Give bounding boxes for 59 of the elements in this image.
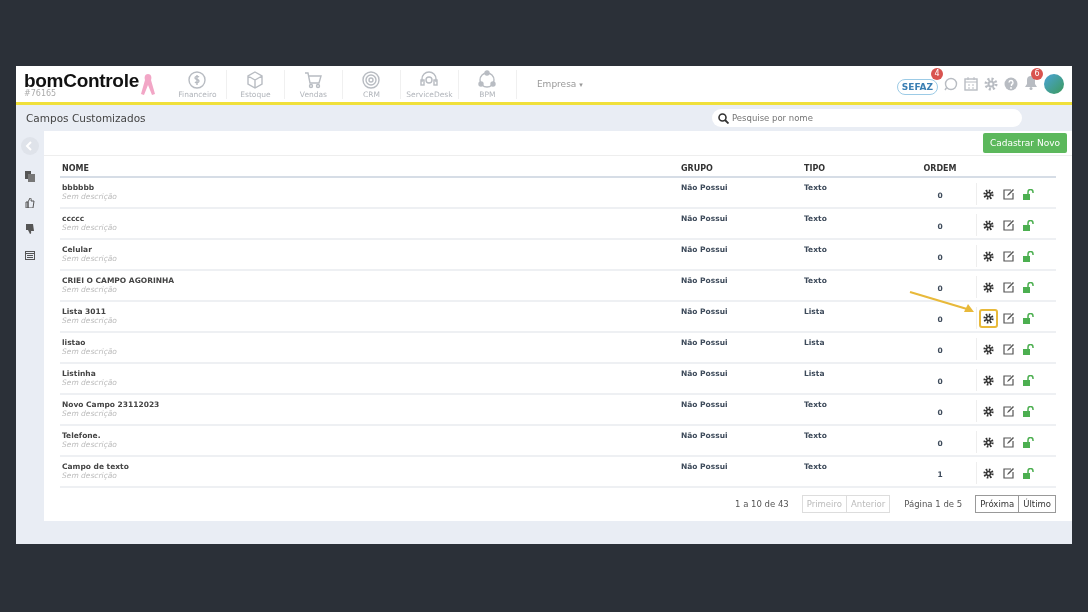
box-icon (245, 69, 266, 90)
unlocked-padlock-icon[interactable] (1023, 405, 1034, 417)
network-icon (477, 69, 498, 90)
notification-badge: 6 (1031, 67, 1043, 80)
unlocked-padlock-icon[interactable] (1023, 250, 1034, 262)
column-header[interactable]: TIPO (804, 164, 904, 173)
search-field[interactable]: Pesquise por nome (712, 109, 1022, 127)
gear-icon (983, 219, 994, 231)
edit-icon[interactable] (1003, 312, 1014, 324)
edit-icon[interactable] (1003, 343, 1014, 355)
unlocked-padlock-icon[interactable] (1023, 436, 1034, 448)
column-header[interactable]: NOME (60, 164, 681, 173)
gear-icon (983, 281, 994, 293)
pagination-button[interactable]: Próxima (975, 495, 1020, 513)
unlocked-padlock-icon[interactable] (1023, 374, 1034, 386)
copy-icon[interactable] (25, 171, 35, 182)
dollar-coin-icon (187, 69, 208, 90)
edit-icon[interactable] (1003, 436, 1014, 448)
logo[interactable]: bomControle (24, 70, 139, 90)
calendar-icon[interactable] (25, 250, 35, 260)
thumbs-down-icon[interactable] (25, 224, 35, 234)
pointer-arrow (909, 290, 975, 314)
edit-icon[interactable] (1003, 281, 1014, 293)
gear-icon (983, 467, 994, 479)
column-header[interactable]: GRUPO (681, 164, 804, 173)
results-summary: 1 a 10 de 43 (735, 499, 789, 509)
avatar[interactable] (1044, 74, 1064, 94)
ribbon-icon (140, 72, 155, 96)
settings-button[interactable] (979, 308, 998, 328)
thumbs-up-icon[interactable] (25, 198, 35, 208)
edit-icon[interactable] (1003, 188, 1014, 200)
gear-icon (983, 374, 994, 386)
new-button[interactable]: Cadastrar Novo (982, 133, 1067, 153)
edit-icon[interactable] (1003, 467, 1014, 479)
cart-icon (303, 69, 324, 90)
pagination-button[interactable]: Último (1018, 495, 1056, 513)
unlocked-padlock-icon[interactable] (1023, 312, 1034, 324)
gear-icon (983, 343, 994, 355)
bell-icon[interactable] (1024, 74, 1038, 90)
edit-icon[interactable] (1003, 374, 1014, 386)
page-indicator: Página 1 de 5 (904, 499, 963, 509)
unlocked-padlock-icon[interactable] (1023, 343, 1034, 355)
page-title: Campos Customizados (26, 112, 146, 124)
gear-icon (983, 250, 994, 262)
gear-icon (983, 405, 994, 417)
edit-icon[interactable] (1003, 219, 1014, 231)
notification-badge: 4 (931, 67, 943, 80)
unlocked-padlock-icon[interactable] (1023, 219, 1034, 231)
unlocked-padlock-icon[interactable] (1023, 281, 1034, 293)
target-icon (361, 69, 382, 90)
unlocked-padlock-icon[interactable] (1023, 188, 1034, 200)
gear-icon (983, 436, 994, 448)
account-number: #76165 (24, 89, 58, 98)
column-header[interactable]: ORDEM (904, 164, 976, 173)
gear-icon (983, 312, 994, 324)
unlocked-padlock-icon[interactable] (1023, 467, 1034, 479)
edit-icon[interactable] (1003, 250, 1014, 262)
edit-icon[interactable] (1003, 405, 1014, 417)
gear-icon (983, 188, 994, 200)
